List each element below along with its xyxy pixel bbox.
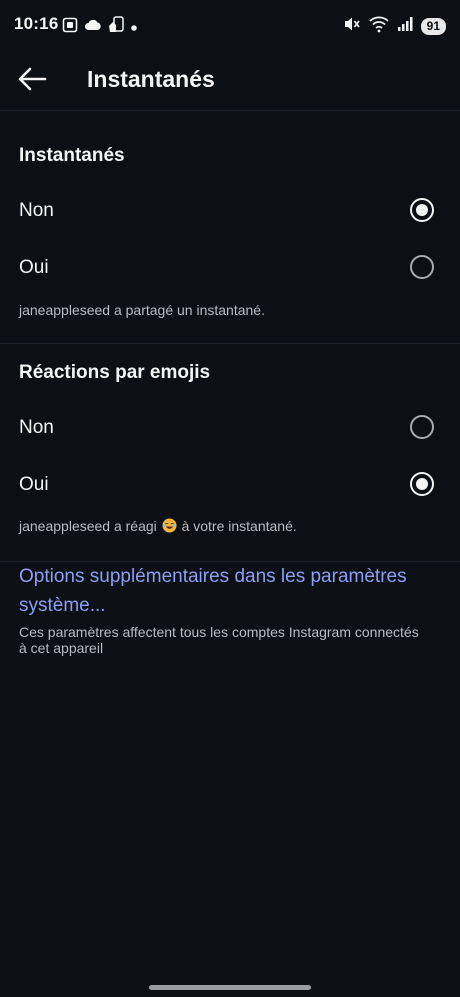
mute-icon — [343, 15, 361, 38]
section-title-emoji-reactions: Réactions par emojis — [19, 362, 211, 383]
option-reactions-oui[interactable]: Oui — [0, 460, 460, 510]
divider — [0, 343, 460, 344]
reactions-preview-text-before: janeappleseed a réagi — [19, 518, 157, 534]
option-reactions-non[interactable]: Non — [0, 403, 460, 453]
screenshot-icon — [62, 17, 78, 38]
reactions-preview-text-after: à votre instantané. — [181, 518, 297, 534]
radio-selected[interactable] — [410, 472, 434, 496]
wifi-icon — [369, 15, 389, 38]
arrow-left-icon — [17, 67, 47, 96]
system-settings-note: Ces paramètres affectent tous les compte… — [19, 624, 419, 656]
battery-indicator: 91 — [420, 18, 446, 35]
radio-unselected[interactable] — [410, 415, 434, 439]
status-time: 10:16 — [14, 14, 59, 33]
status-left-icons — [62, 16, 138, 39]
laughing-face-emoji-icon — [162, 518, 177, 533]
snapshots-preview: janeappleseed a partagé un instantané. — [19, 302, 265, 318]
signal-icon — [397, 16, 413, 37]
reactions-preview: janeappleseed a réagi à votre instantané… — [19, 518, 297, 534]
status-bar: 10:16 91 — [0, 0, 460, 52]
app-notification-icon — [108, 16, 124, 39]
section-title-snapshots: Instantanés — [19, 145, 125, 166]
option-label: Oui — [19, 474, 49, 495]
option-snapshots-non[interactable]: Non — [0, 186, 460, 236]
option-label: Non — [19, 417, 54, 438]
system-settings-link[interactable]: Options supplémentaires dans les paramèt… — [19, 562, 439, 620]
radio-unselected[interactable] — [410, 255, 434, 279]
radio-selected[interactable] — [410, 198, 434, 222]
back-button[interactable] — [14, 64, 50, 98]
status-right-icons: 91 — [343, 15, 446, 38]
home-indicator[interactable] — [149, 985, 311, 990]
dot-icon — [130, 19, 138, 37]
option-label: Oui — [19, 257, 49, 278]
option-label: Non — [19, 200, 54, 221]
option-snapshots-oui[interactable]: Oui — [0, 243, 460, 293]
page-title: Instantanés — [87, 66, 215, 92]
cloud-icon — [84, 18, 102, 37]
header: Instantanés — [0, 52, 460, 111]
